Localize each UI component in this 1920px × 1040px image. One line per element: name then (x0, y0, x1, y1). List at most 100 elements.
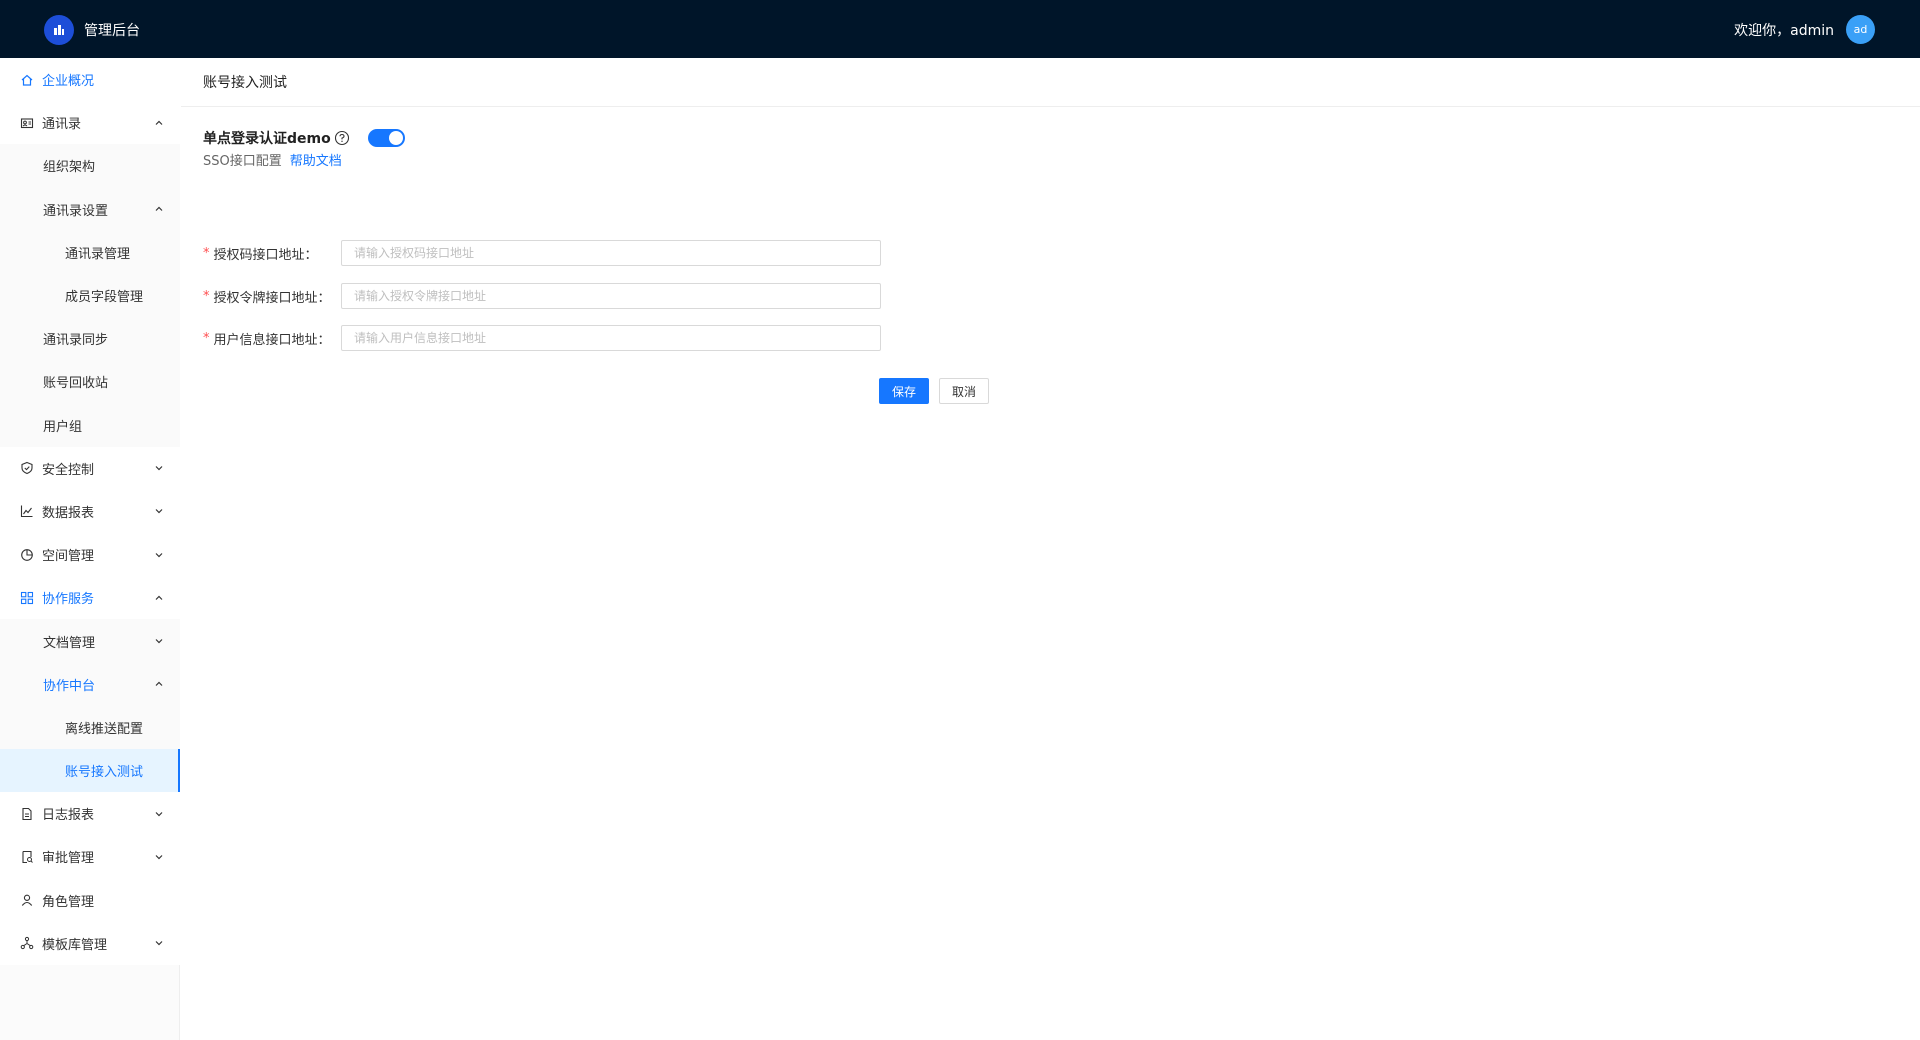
chevron-up-icon (154, 118, 164, 128)
help-doc-link[interactable]: 帮助文档 (290, 150, 342, 169)
user-area: 欢迎你，admin ad (1734, 15, 1875, 44)
sidebar-item-label: 数据报表 (42, 505, 95, 521)
file-icon (20, 807, 34, 821)
required-mark: * (203, 288, 210, 304)
required-mark: * (203, 330, 210, 346)
required-mark: * (203, 245, 210, 261)
sidebar-item-label: 协作中台 (43, 678, 96, 694)
sidebar-item-label: 审批管理 (42, 851, 95, 867)
sidebar-item-data-reports[interactable]: 数据报表 (0, 489, 180, 534)
sso-title-row: 单点登录认证demo (203, 128, 405, 148)
sidebar-item-label: 通讯录管理 (65, 246, 131, 262)
sidebar-item-member-fields[interactable]: 成员字段管理 (0, 273, 180, 318)
user-icon (20, 893, 34, 907)
sidebar-item-contacts-manage[interactable]: 通讯录管理 (0, 230, 180, 274)
top-header: 管理后台 欢迎你，admin ad (0, 0, 1920, 58)
auth-code-url-input[interactable] (341, 240, 881, 266)
auth-code-url-label: * 授权码接口地址： (203, 244, 341, 263)
field-label-text: 授权令牌接口地址： (213, 290, 331, 306)
sidebar-item-label: 账号回收站 (43, 376, 109, 392)
pie-chart-icon (20, 548, 34, 562)
grid-icon (20, 591, 34, 605)
welcome-text: 欢迎你，admin (1734, 22, 1834, 39)
sso-config-form: 单点登录认证demo SSO接口配置 帮助文档 * 授权码接口地址： * 授权令… (203, 128, 989, 404)
sidebar-item-org-structure[interactable]: 组织架构 (0, 144, 180, 188)
sidebar-item-overview[interactable]: 企业概况 (0, 58, 180, 102)
sidebar-item-doc-manage[interactable]: 文档管理 (0, 619, 180, 663)
sidebar-item-label: 账号接入测试 (65, 765, 144, 781)
shield-icon (20, 461, 34, 475)
chevron-down-icon (154, 550, 164, 560)
sidebar-item-contacts-sync[interactable]: 通讯录同步 (0, 317, 180, 361)
auth-token-url-row: * 授权令牌接口地址： (203, 283, 881, 309)
chevron-down-icon (154, 506, 164, 516)
sidebar-item-log-reports[interactable]: 日志报表 (0, 792, 180, 836)
sidebar-item-label: 通讯录同步 (43, 333, 109, 349)
contacts-icon (20, 116, 34, 130)
sidebar-item-label: 日志报表 (42, 808, 95, 824)
user-info-url-label: * 用户信息接口地址： (203, 329, 341, 348)
sidebar-item-label: 通讯录 (42, 117, 82, 133)
chevron-up-icon (154, 593, 164, 603)
sidebar-item-role-manage[interactable]: 角色管理 (0, 878, 180, 922)
cluster-icon (20, 936, 34, 950)
toggle-knob (388, 131, 403, 145)
sidebar-item-user-groups[interactable]: 用户组 (0, 403, 180, 447)
sidebar-item-label: 文档管理 (43, 635, 96, 651)
sidebar-item-label: 安全控制 (42, 462, 95, 478)
sidebar-item-collab-services[interactable]: 协作服务 (0, 576, 180, 620)
save-button[interactable]: 保存 (879, 378, 929, 404)
sso-enable-toggle[interactable] (367, 129, 405, 147)
user-info-url-input[interactable] (341, 325, 881, 351)
sidebar-item-collab-platform[interactable]: 协作中台 (0, 662, 180, 706)
sidebar-menu: 企业概况 通讯录 组织架构 通讯录设置 通讯录管理 成员字段管理 通讯录同步 账… (0, 58, 180, 965)
sidebar-item-account-recycle[interactable]: 账号回收站 (0, 360, 180, 404)
sidebar-item-offline-push[interactable]: 离线推送配置 (0, 705, 180, 749)
line-chart-icon (20, 504, 34, 518)
page-header: 账号接入测试 (181, 58, 1920, 107)
sidebar-item-approval-manage[interactable]: 审批管理 (0, 835, 180, 879)
brand[interactable]: 管理后台 (44, 15, 140, 45)
sidebar-item-security[interactable]: 安全控制 (0, 446, 180, 490)
sso-subtitle-row: SSO接口配置 帮助文档 (203, 150, 405, 169)
chevron-up-icon (154, 679, 164, 689)
sidebar-item-contacts[interactable]: 通讯录 (0, 101, 180, 145)
sidebar-item-label: 成员字段管理 (65, 290, 144, 306)
cancel-button[interactable]: 取消 (939, 378, 989, 404)
sidebar-item-label: 模板库管理 (42, 937, 108, 953)
sidebar-item-space-manage[interactable]: 空间管理 (0, 533, 180, 577)
chevron-down-icon (154, 809, 164, 819)
sidebar-item-account-access-test[interactable]: 账号接入测试 (0, 749, 180, 793)
sidebar-item-label: 空间管理 (42, 549, 95, 565)
avatar[interactable]: ad (1846, 15, 1875, 44)
sidebar-item-label: 组织架构 (43, 160, 96, 176)
main-content: 账号接入测试 单点登录认证demo SSO接口配置 帮助文档 * 授权码接口地址… (181, 58, 1920, 1040)
sidebar-item-label: 用户组 (43, 419, 83, 435)
sso-subtitle: SSO接口配置 (203, 154, 282, 169)
auth-token-url-input[interactable] (341, 283, 881, 309)
field-label-text: 授权码接口地址： (213, 247, 318, 263)
user-info-url-row: * 用户信息接口地址： (203, 325, 881, 351)
auth-code-url-row: * 授权码接口地址： (203, 240, 881, 266)
chevron-up-icon (154, 204, 164, 214)
chevron-down-icon (154, 636, 164, 646)
sidebar-item-label: 角色管理 (42, 894, 95, 910)
sidebar-item-template-library[interactable]: 模板库管理 (0, 921, 180, 965)
auth-token-url-label: * 授权令牌接口地址： (203, 287, 341, 306)
chevron-down-icon (154, 852, 164, 862)
form-actions: 保存 取消 (879, 378, 989, 404)
app-logo-icon (44, 15, 74, 45)
sidebar-item-label: 离线推送配置 (65, 721, 144, 737)
home-icon (20, 73, 34, 87)
sidebar-item-label: 企业概况 (42, 74, 95, 90)
field-label-text: 用户信息接口地址： (213, 332, 331, 348)
sidebar: 企业概况 通讯录 组织架构 通讯录设置 通讯录管理 成员字段管理 通讯录同步 账… (0, 58, 180, 1040)
sso-title: 单点登录认证demo (203, 131, 331, 147)
app-title: 管理后台 (84, 23, 140, 39)
sidebar-item-contacts-settings[interactable]: 通讯录设置 (0, 187, 180, 231)
question-circle-icon[interactable] (334, 130, 350, 146)
chevron-down-icon (154, 938, 164, 948)
page-title: 账号接入测试 (203, 75, 287, 91)
chevron-down-icon (154, 463, 164, 473)
sidebar-item-label: 通讯录设置 (43, 203, 109, 219)
